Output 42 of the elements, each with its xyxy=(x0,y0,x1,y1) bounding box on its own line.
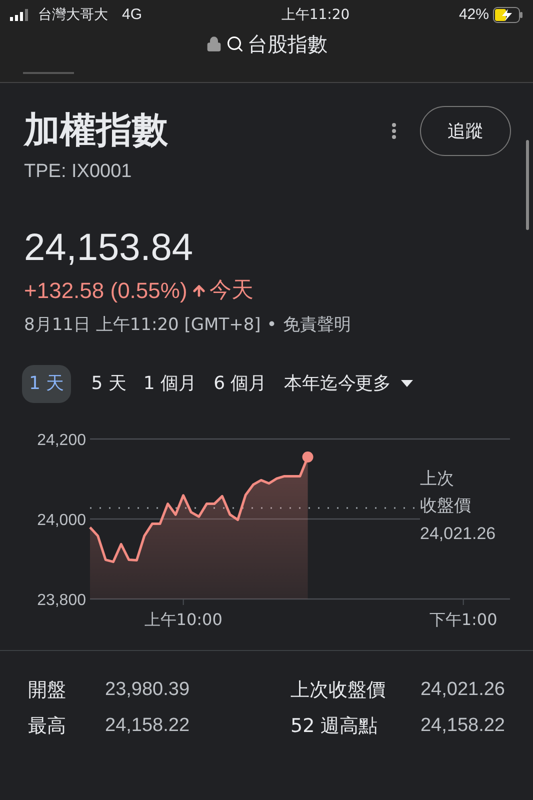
stat-value: 24,158.22 xyxy=(420,714,505,738)
more-options-button[interactable] xyxy=(392,123,396,139)
current-price: 24,153.84 xyxy=(24,226,194,270)
clock: 上午11:20 xyxy=(281,6,350,24)
disclaimer-link[interactable]: 免責聲明 xyxy=(282,313,351,338)
range-tab[interactable]: 1 個月 xyxy=(139,364,201,402)
x-axis-label: 上午10:00 xyxy=(144,610,222,628)
stat-label: 52 週高點 xyxy=(290,714,379,739)
previous-close-label: 收盤價 xyxy=(420,494,472,518)
carrier-name: 台灣大哥大 xyxy=(38,6,108,24)
stat-label: 上次收盤價 xyxy=(290,678,386,702)
stat-value: 23,980.39 xyxy=(105,678,190,702)
ticker-symbol: TPE: IX0001 xyxy=(24,160,133,184)
quote-timestamp: 8月11日 上午11:20 [GMT+8] xyxy=(24,314,261,337)
stat-value: 24,021.26 xyxy=(420,678,505,702)
dropdown-caret-icon xyxy=(400,380,413,387)
follow-button[interactable]: 追蹤 xyxy=(420,106,511,156)
more-ranges-button[interactable]: 更多 xyxy=(354,364,413,402)
stat-label: 開盤 xyxy=(28,678,67,702)
battery-percent: 42% xyxy=(458,4,489,25)
stat-label: 最高 xyxy=(28,714,67,739)
lock-icon xyxy=(206,36,222,52)
range-tab[interactable]: 1 天 xyxy=(22,364,72,402)
change-period: 今天 xyxy=(209,277,254,305)
separator-dot: • xyxy=(266,314,277,337)
y-axis-label: 23,800 xyxy=(37,592,86,608)
network-type: 4G xyxy=(122,4,142,25)
more-vertical-icon xyxy=(392,123,396,139)
range-tab[interactable]: 5 天 xyxy=(87,364,130,402)
address-query[interactable]: 台股指數 xyxy=(248,29,328,59)
previous-close-label: 上次 xyxy=(420,468,455,490)
range-tab[interactable]: 6 個月 xyxy=(210,364,271,402)
price-change: +132.58 (0.55%) xyxy=(24,277,188,305)
stat-value: 24,158.22 xyxy=(105,714,190,738)
y-axis-label: 24,200 xyxy=(37,432,86,448)
charging-battery-icon xyxy=(493,7,523,23)
previous-close-value: 24,021.26 xyxy=(420,522,496,544)
current-point xyxy=(302,451,314,462)
index-title: 加權指數 xyxy=(24,113,168,149)
y-axis-label: 24,000 xyxy=(37,512,86,528)
search-icon xyxy=(226,35,244,53)
x-axis-label: 下午1:00 xyxy=(429,610,498,628)
